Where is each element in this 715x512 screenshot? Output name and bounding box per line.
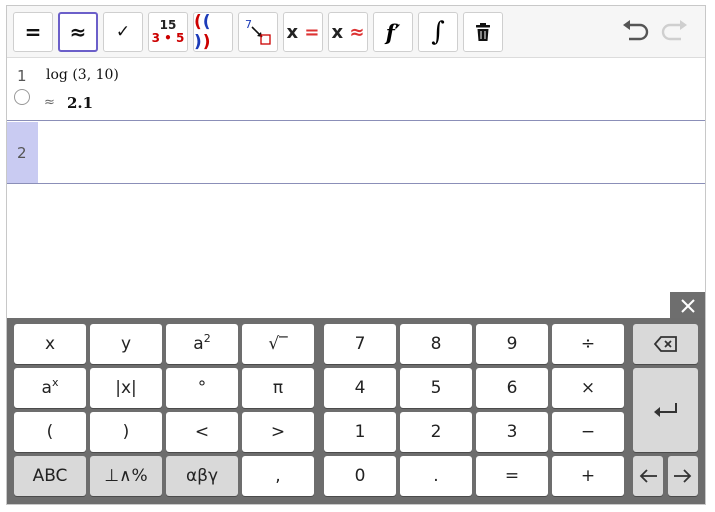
derivative-button[interactable]: f′	[373, 12, 413, 52]
substitute-icon: 7	[245, 18, 271, 45]
expand-button[interactable]: (( ))	[193, 12, 233, 52]
arrow-left-icon	[639, 469, 657, 483]
row-header[interactable]: 1	[7, 59, 38, 120]
cursor-left-key[interactable]	[633, 456, 663, 496]
key-2[interactable]: 2	[400, 412, 472, 452]
key-1[interactable]: 1	[324, 412, 396, 452]
row-number: 1	[17, 67, 27, 85]
cas-row[interactable]: 1 log (3, 10) ≈ 2.1	[7, 59, 705, 121]
enter-key[interactable]	[633, 368, 698, 452]
redo-button[interactable]	[657, 16, 691, 48]
key-pi[interactable]: π	[242, 368, 314, 408]
redo-icon	[661, 20, 687, 41]
factor-button[interactable]: 15 3 • 5	[148, 12, 188, 52]
solve-button[interactable]: x =	[283, 12, 323, 52]
evaluate-button[interactable]: =	[13, 12, 53, 52]
key-abc[interactable]: ABC	[14, 456, 86, 496]
expand-icon: (( ))	[194, 12, 212, 52]
key-5[interactable]: 5	[400, 368, 472, 408]
nsolve-icon: x ≈	[331, 21, 365, 43]
visibility-toggle[interactable]	[14, 89, 30, 105]
cursor-right-key[interactable]	[668, 456, 698, 496]
key-multiply[interactable]: ×	[552, 368, 624, 408]
factor-icon: 15 3 • 5	[151, 18, 185, 45]
key-less-than[interactable]: <	[166, 412, 238, 452]
output-symbol: ≈	[44, 95, 55, 110]
row-header[interactable]: 2	[7, 122, 38, 183]
key-equals[interactable]: =	[476, 456, 548, 496]
cas-toolbar: = ≈ ✓ 15 3 • 5 (( )) 7 x = x ≈ f′ ∫	[7, 6, 705, 58]
key-divide[interactable]: ÷	[552, 324, 624, 364]
key-degree[interactable]: °	[166, 368, 238, 408]
backspace-key[interactable]	[633, 324, 698, 364]
integral-icon: ∫	[431, 17, 445, 47]
key-plus[interactable]: +	[552, 456, 624, 496]
key-comma[interactable]: ,	[242, 456, 314, 496]
integral-button[interactable]: ∫	[418, 12, 458, 52]
key-y[interactable]: y	[90, 324, 162, 364]
key-x[interactable]: x	[14, 324, 86, 364]
key-9[interactable]: 9	[476, 324, 548, 364]
key-decimal[interactable]: .	[400, 456, 472, 496]
approx-icon: ≈	[69, 20, 87, 44]
key-abs[interactable]: |x|	[90, 368, 162, 408]
key-open-paren[interactable]: (	[14, 412, 86, 452]
trash-icon	[476, 23, 490, 41]
row-input[interactable]	[46, 130, 696, 174]
key-logic[interactable]: ⊥∧%	[90, 456, 162, 496]
substitute-button[interactable]: 7	[238, 12, 278, 52]
key-minus[interactable]: −	[552, 412, 624, 452]
undo-button[interactable]	[619, 16, 653, 48]
key-4[interactable]: 4	[324, 368, 396, 408]
close-keyboard-button[interactable]	[670, 292, 705, 319]
delete-button[interactable]	[463, 12, 503, 52]
key-0[interactable]: 0	[324, 456, 396, 496]
keep-input-button[interactable]: ✓	[103, 12, 143, 52]
row-output: 2.1	[67, 94, 94, 112]
key-8[interactable]: 8	[400, 324, 472, 364]
enter-icon	[653, 403, 677, 417]
cas-window: = ≈ ✓ 15 3 • 5 (( )) 7 x = x ≈ f′ ∫ 1 lo…	[6, 5, 706, 505]
nsolve-button[interactable]: x ≈	[328, 12, 368, 52]
backspace-icon	[653, 336, 677, 352]
key-sqrt[interactable]: √‾	[242, 324, 314, 364]
row-number: 2	[17, 144, 27, 162]
key-7[interactable]: 7	[324, 324, 396, 364]
key-3[interactable]: 3	[476, 412, 548, 452]
numeric-button[interactable]: ≈	[58, 12, 98, 52]
key-greater-than[interactable]: >	[242, 412, 314, 452]
key-6[interactable]: 6	[476, 368, 548, 408]
close-icon	[680, 298, 695, 313]
svg-text:7: 7	[245, 18, 252, 31]
undo-icon	[623, 20, 649, 41]
key-square[interactable]: a2	[166, 324, 238, 364]
key-greek[interactable]: αβγ	[166, 456, 238, 496]
check-icon: ✓	[115, 22, 131, 42]
key-power[interactable]: ax	[14, 368, 86, 408]
solve-icon: x =	[286, 21, 320, 43]
arrow-right-icon	[674, 469, 692, 483]
equals-icon: =	[24, 20, 42, 44]
key-close-paren[interactable]: )	[90, 412, 162, 452]
cas-row[interactable]: 2	[7, 122, 705, 184]
virtual-keyboard: x y a2 √‾ ax |x| ° π ( ) < > ABC ⊥∧% αβγ…	[7, 318, 705, 504]
row-input[interactable]: log (3, 10)	[46, 67, 119, 83]
derivative-icon: f′	[385, 19, 401, 45]
